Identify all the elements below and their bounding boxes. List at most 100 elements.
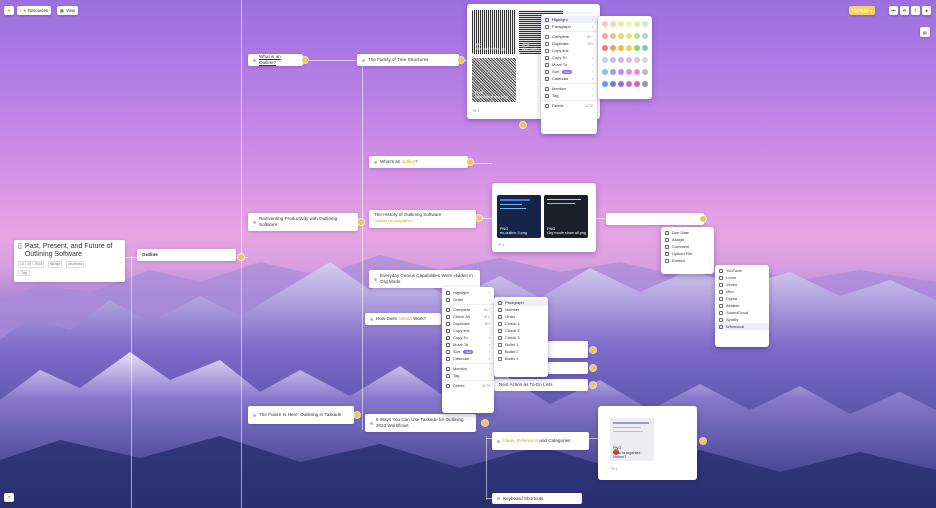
embed-item-loom[interactable]: Loom bbox=[715, 274, 769, 281]
menu-item-duplicate[interactable]: Duplicate ⌘D bbox=[541, 40, 597, 47]
color-swatch[interactable] bbox=[610, 33, 616, 39]
image-thumbnail[interactable]: JPG Alternative tool.jpg bbox=[472, 10, 516, 54]
embed-item-whimsical[interactable]: Whimsical bbox=[715, 323, 769, 330]
menu-item-bullet-1[interactable]: Bullet 1 bbox=[494, 341, 548, 348]
embed-item-youtube[interactable]: YouTube bbox=[715, 267, 769, 274]
back-button[interactable]: ‹ ■ Resources bbox=[17, 6, 51, 15]
menu-item-delete[interactable]: Delete ⌘⌫ bbox=[442, 382, 494, 389]
color-swatch[interactable] bbox=[618, 21, 624, 27]
expand-knob[interactable] bbox=[482, 420, 488, 426]
menu-item-sort[interactable]: Sort New › bbox=[442, 348, 494, 355]
expand-knob[interactable] bbox=[520, 122, 526, 128]
menu-item-mention[interactable]: Mention › bbox=[541, 85, 597, 92]
expand-knob[interactable] bbox=[238, 254, 244, 260]
menu-item-move-to[interactable]: Move To › bbox=[541, 61, 597, 68]
color-swatch[interactable] bbox=[618, 33, 624, 39]
color-swatch[interactable] bbox=[634, 69, 640, 75]
menu-item-copy-to[interactable]: Copy To › bbox=[442, 334, 494, 341]
expand-knob[interactable] bbox=[458, 57, 464, 63]
root-node[interactable]: ▯ Past, Present, and Future of Outlining… bbox=[14, 240, 125, 282]
color-swatch[interactable] bbox=[602, 45, 608, 51]
color-swatch[interactable] bbox=[626, 21, 632, 27]
node-reinventing[interactable]: Reinventing Productivity with Outlining … bbox=[248, 213, 358, 231]
color-swatch[interactable] bbox=[618, 69, 624, 75]
color-swatch[interactable] bbox=[610, 21, 616, 27]
menu-item-highlight[interactable]: Highlight › bbox=[442, 289, 494, 296]
menu-item-tag[interactable]: Tag › bbox=[442, 372, 494, 379]
color-swatch[interactable] bbox=[618, 45, 624, 51]
mindmap-canvas[interactable]: ≡ ‹ ■ Resources ▦ View Highlight ▾ ••• ⚙… bbox=[0, 0, 936, 508]
embed-item-figma[interactable]: Figma bbox=[715, 295, 769, 302]
color-swatch[interactable] bbox=[602, 69, 608, 75]
expand-knob[interactable] bbox=[590, 382, 596, 388]
menu-item-upload-file[interactable]: Upload File bbox=[661, 250, 714, 257]
tag-chip[interactable]: Tag bbox=[18, 269, 30, 277]
menu-item-due-date[interactable]: Due Date bbox=[661, 229, 714, 236]
menu-item-order[interactable]: Order › bbox=[442, 296, 494, 303]
menu-item-complete[interactable]: Complete ⌘↵ bbox=[442, 306, 494, 313]
attachment-counter[interactable]: ⟲ 1 bbox=[498, 242, 504, 247]
color-swatch[interactable] bbox=[634, 45, 640, 51]
node-ways[interactable]: 6 Ways You Can Use Taskade for Outlining… bbox=[365, 414, 476, 432]
expand-knob[interactable] bbox=[467, 159, 473, 165]
node-shortcuts[interactable]: Keyboard Shortcuts bbox=[492, 493, 582, 504]
color-swatch[interactable] bbox=[642, 45, 648, 51]
image-thumbnail[interactable]: PNG How to organize Notion? bbox=[610, 418, 654, 461]
color-swatch[interactable] bbox=[602, 21, 608, 27]
color-swatch[interactable] bbox=[642, 69, 648, 75]
menu-item-paragraph[interactable]: Paragraph bbox=[494, 299, 548, 306]
menu-item-comment[interactable]: Comment bbox=[661, 243, 714, 250]
menu-item-move-to[interactable]: Move To › bbox=[442, 341, 494, 348]
menu-item-check-1[interactable]: Check 1 bbox=[494, 320, 548, 327]
color-swatch[interactable] bbox=[634, 33, 640, 39]
color-swatch[interactable] bbox=[626, 69, 632, 75]
color-swatch[interactable] bbox=[618, 57, 624, 63]
menu-item-tag[interactable]: Tag › bbox=[541, 92, 597, 99]
color-swatch[interactable] bbox=[626, 33, 632, 39]
embed-item-vimeo[interactable]: Vimeo bbox=[715, 281, 769, 288]
node-what-is-outline[interactable]: What is an Outline? bbox=[248, 54, 303, 66]
color-swatch[interactable] bbox=[626, 57, 632, 63]
menu-item-mention[interactable]: Mention › bbox=[442, 365, 494, 372]
color-swatch[interactable] bbox=[602, 57, 608, 63]
color-swatch[interactable] bbox=[634, 57, 640, 63]
menu-item-copy-to[interactable]: Copy To › bbox=[541, 54, 597, 61]
menu-item-delete[interactable]: Delete ⌘⌫ bbox=[541, 102, 597, 109]
expand-knob[interactable] bbox=[590, 365, 596, 371]
menu-item-check-all[interactable]: Check All ⌘⇧ bbox=[442, 313, 494, 320]
node-family[interactable]: The Family of Tree Structures bbox=[357, 54, 459, 66]
view-button[interactable]: ▦ View bbox=[57, 6, 78, 15]
expand-knob[interactable] bbox=[476, 215, 482, 221]
menu-item-bullet-2[interactable]: Bullet 2 bbox=[494, 348, 548, 355]
expand-knob[interactable] bbox=[700, 216, 706, 222]
node-future[interactable]: The Future Is Here: Outlining in Taskade bbox=[248, 406, 354, 424]
image-thumbnail[interactable]: PNG Org mode show all.png bbox=[544, 195, 588, 238]
outline-node[interactable]: Outline bbox=[137, 249, 236, 261]
menu-item-calendar[interactable]: Calendar › bbox=[442, 355, 494, 362]
menu-item-order[interactable]: Order bbox=[494, 313, 548, 320]
expand-knob[interactable] bbox=[700, 438, 706, 444]
color-swatch[interactable] bbox=[642, 33, 648, 39]
menu-item-calendar[interactable]: Calendar › bbox=[541, 75, 597, 82]
menu-item-bullet-3[interactable]: Bullet 3 bbox=[494, 355, 548, 362]
menu-button[interactable]: ≡ bbox=[4, 6, 14, 15]
menu-item-check-3[interactable]: Check 3 bbox=[494, 334, 548, 341]
color-swatch[interactable] bbox=[618, 81, 624, 87]
embed-item-soundcloud[interactable]: SoundCloud bbox=[715, 309, 769, 316]
side-panel-button[interactable]: ▤ bbox=[920, 27, 930, 37]
expand-knob[interactable] bbox=[302, 57, 308, 63]
node-ideas[interactable]: Ideas, Reference and Categories bbox=[492, 432, 589, 450]
avatar[interactable]: ● bbox=[922, 6, 931, 15]
expand-knob[interactable] bbox=[358, 219, 364, 225]
menu-item-check-2[interactable]: Check 2 bbox=[494, 327, 548, 334]
node-whats-an-outline[interactable]: What's an outline? bbox=[369, 156, 468, 168]
settings-button[interactable]: ⚙ bbox=[900, 6, 909, 15]
image-thumbnail[interactable]: PNG Alternative one.png bbox=[472, 58, 516, 102]
color-swatch[interactable] bbox=[610, 57, 616, 63]
expand-knob[interactable] bbox=[590, 347, 596, 353]
embed-item-miro[interactable]: Miro bbox=[715, 288, 769, 295]
node-history[interactable]: The History of Outlining Software Outlin… bbox=[369, 210, 476, 228]
menu-item-duplicate[interactable]: Duplicate ⌘D bbox=[442, 320, 494, 327]
color-swatch[interactable] bbox=[642, 57, 648, 63]
menu-item-copy-link[interactable]: Copy link bbox=[442, 327, 494, 334]
